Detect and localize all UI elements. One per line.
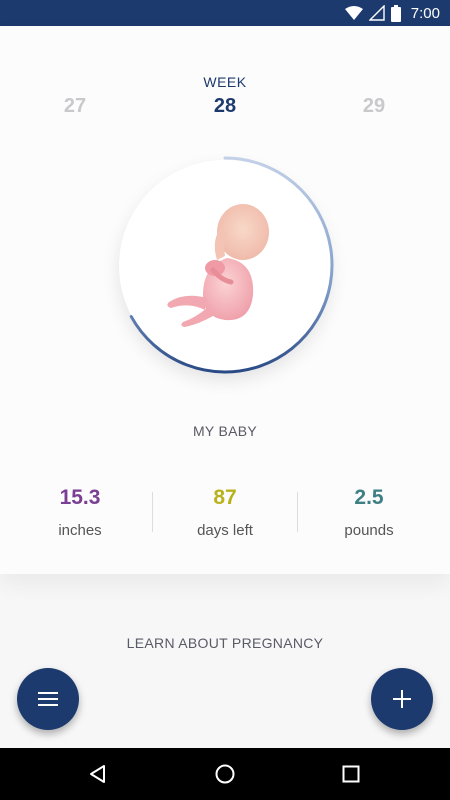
week-current: 28 (213, 95, 237, 117)
stat-days-left-value: 87 (213, 486, 237, 509)
stat-days-left-label: days left (197, 522, 253, 539)
stat-length-label: inches (58, 522, 102, 539)
week-next[interactable]: 29 (344, 95, 404, 118)
home-button[interactable] (211, 760, 239, 788)
recents-icon (342, 765, 360, 783)
stat-days-left: 87 days left (150, 486, 300, 539)
battery-icon (390, 4, 401, 22)
recents-button[interactable] (337, 760, 365, 788)
back-button[interactable] (84, 760, 112, 788)
wifi-icon (344, 6, 363, 20)
stat-weight-label: pounds (344, 522, 394, 539)
signal-icon (368, 5, 385, 21)
stat-length: 15.3 inches (5, 486, 155, 539)
menu-button[interactable] (17, 668, 79, 730)
stat-length-value: 15.3 (59, 486, 101, 509)
plus-icon (393, 690, 411, 708)
stat-weight: 2.5 pounds (294, 486, 444, 539)
system-nav-bar (0, 748, 450, 800)
menu-icon (38, 692, 58, 706)
add-button[interactable] (371, 668, 433, 730)
status-bar: 7:00 (0, 0, 450, 26)
learn-about-pregnancy-link[interactable]: LEARN ABOUT PREGNANCY (0, 635, 450, 651)
home-icon (215, 764, 235, 784)
fetus-illustration (167, 204, 269, 327)
my-baby-label[interactable]: MY BABY (0, 423, 450, 439)
back-icon (90, 765, 105, 783)
stat-weight-value: 2.5 (354, 486, 384, 509)
status-time: 7:00 (410, 4, 440, 22)
week-prev[interactable]: 27 (45, 95, 105, 118)
week-label: WEEK (203, 74, 247, 90)
